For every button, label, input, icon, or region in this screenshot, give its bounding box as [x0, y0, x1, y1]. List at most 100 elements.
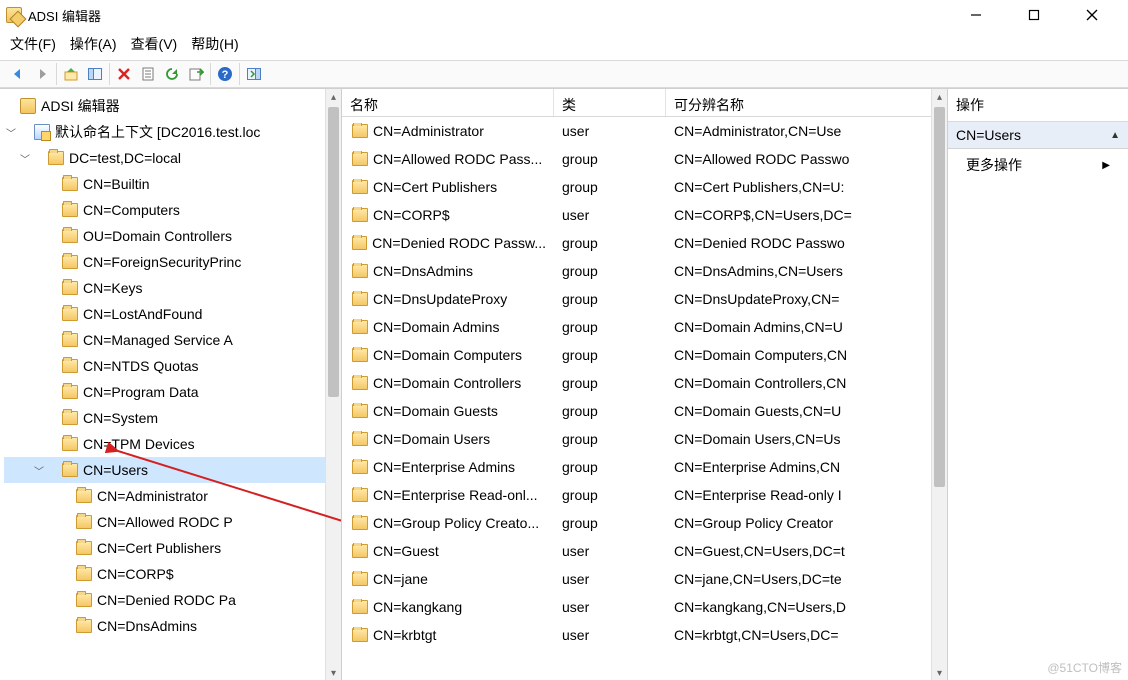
cell-dn: CN=Denied RODC Passwo [666, 235, 931, 251]
menu-action[interactable]: 操作(A) [70, 34, 117, 54]
column-header-name[interactable]: 名称 [342, 89, 554, 116]
cell-class: group [554, 235, 666, 251]
list-row[interactable]: CN=Domain GuestsgroupCN=Domain Guests,CN… [342, 397, 931, 425]
folder-icon [352, 264, 368, 278]
list-body[interactable]: CN=AdministratoruserCN=Administrator,CN=… [342, 117, 931, 649]
cell-name: CN=jane [373, 571, 428, 587]
cell-dn: CN=Group Policy Creator [666, 515, 931, 531]
minimize-button[interactable] [956, 3, 996, 27]
tree-root[interactable]: ADSI 编辑器 [4, 93, 325, 119]
tree-label: CN=CORP$ [97, 566, 174, 582]
show-actions-pane-button[interactable] [244, 64, 264, 84]
forward-button[interactable] [32, 64, 52, 84]
folder-icon [76, 515, 92, 529]
cell-class: user [554, 207, 666, 223]
title-text: ADSI 编辑器 [28, 6, 101, 25]
menu-help[interactable]: 帮助(H) [191, 34, 238, 54]
up-button[interactable] [61, 64, 81, 84]
scroll-down-icon[interactable]: ▾ [932, 665, 947, 680]
cell-class: user [554, 627, 666, 643]
list-row[interactable]: CN=CORP$userCN=CORP$,CN=Users,DC= [342, 201, 931, 229]
list-row[interactable]: CN=Denied RODC Passw... groupCN=Denied RO… [342, 229, 931, 257]
list-row[interactable]: CN=Cert PublishersgroupCN=Cert Publisher… [342, 173, 931, 201]
naming-context-icon [34, 124, 50, 140]
expand-toggle[interactable]: ﹀ [4, 125, 18, 140]
cell-name: CN=Domain Guests [373, 403, 498, 419]
tree-node[interactable]: CN=CORP$ [4, 561, 325, 587]
scroll-thumb[interactable] [934, 107, 945, 487]
scroll-down-icon[interactable]: ▾ [326, 665, 341, 680]
tree-node[interactable]: CN=DnsAdmins [4, 613, 325, 639]
expand-toggle[interactable]: ﹀ [32, 463, 46, 478]
maximize-button[interactable] [1014, 3, 1054, 27]
close-button[interactable] [1072, 3, 1112, 27]
tree-dc-node[interactable]: ﹀ DC=test,DC=local [4, 145, 325, 171]
list-row[interactable]: CN=Domain ControllersgroupCN=Domain Cont… [342, 369, 931, 397]
list-row[interactable]: CN=Enterprise AdminsgroupCN=Enterprise A… [342, 453, 931, 481]
tree-node[interactable]: CN=Keys [4, 275, 325, 301]
list-row[interactable]: CN=DnsAdminsgroupCN=DnsAdmins,CN=Users [342, 257, 931, 285]
tree-node[interactable]: CN=Allowed RODC P [4, 509, 325, 535]
tree-scrollbar[interactable]: ▴ ▾ [325, 89, 341, 680]
tree-node[interactable]: CN=Builtin [4, 171, 325, 197]
folder-icon [62, 255, 78, 269]
tree-node[interactable]: CN=Cert Publishers [4, 535, 325, 561]
expand-toggle[interactable]: ﹀ [18, 151, 32, 166]
menu-file[interactable]: 文件(F) [10, 34, 56, 54]
cell-class: user [554, 599, 666, 615]
list-row[interactable]: CN=Group Policy Creato...groupCN=Group P… [342, 509, 931, 537]
scroll-up-icon[interactable]: ▴ [326, 89, 341, 105]
list-scrollbar[interactable]: ▴ ▾ [931, 89, 947, 680]
cell-name: CN=Denied RODC Passw... [372, 235, 546, 251]
tree-node[interactable]: CN=Computers [4, 197, 325, 223]
back-button[interactable] [8, 64, 28, 84]
scroll-thumb[interactable] [328, 107, 339, 397]
refresh-button[interactable] [162, 64, 182, 84]
cell-dn: CN=Enterprise Admins,CN [666, 459, 931, 475]
tree-node[interactable]: CN=LostAndFound [4, 301, 325, 327]
list-row[interactable]: CN=Domain AdminsgroupCN=Domain Admins,CN… [342, 313, 931, 341]
tree-node[interactable]: CN=Program Data [4, 379, 325, 405]
column-header-class[interactable]: 类 [554, 89, 666, 116]
tree-label: CN=TPM Devices [83, 436, 195, 452]
tree-node[interactable]: CN=Managed Service A [4, 327, 325, 353]
tree-node[interactable]: CN=System [4, 405, 325, 431]
list-row[interactable]: CN=GuestuserCN=Guest,CN=Users,DC=t [342, 537, 931, 565]
tree-node[interactable]: CN=NTDS Quotas [4, 353, 325, 379]
show-hide-tree-button[interactable] [85, 64, 105, 84]
list-row[interactable]: CN=AdministratoruserCN=Administrator,CN=… [342, 117, 931, 145]
list-row[interactable]: CN=Enterprise Read-onl...groupCN=Enterpr… [342, 481, 931, 509]
tree-node[interactable]: CN=Denied RODC Pa [4, 587, 325, 613]
list-row[interactable]: CN=janeuserCN=jane,CN=Users,DC=te [342, 565, 931, 593]
list-row[interactable]: CN=Domain UsersgroupCN=Domain Users,CN=U… [342, 425, 931, 453]
list-row[interactable]: CN=Domain ComputersgroupCN=Domain Comput… [342, 341, 931, 369]
delete-button[interactable] [114, 64, 134, 84]
cell-class: user [554, 543, 666, 559]
help-button[interactable]: ? [215, 64, 235, 84]
actions-group-title[interactable]: CN=Users ▲ [948, 122, 1128, 149]
tree-naming-context[interactable]: ﹀ 默认命名上下文 [DC2016.test.loc [4, 119, 325, 145]
menu-view[interactable]: 查看(V) [131, 34, 178, 54]
folder-icon [352, 208, 368, 222]
list-row[interactable]: CN=DnsUpdateProxygroupCN=DnsUpdateProxy,… [342, 285, 931, 313]
actions-more[interactable]: 更多操作 ▶ [948, 149, 1128, 181]
properties-button[interactable] [138, 64, 158, 84]
tree[interactable]: ADSI 编辑器 ﹀ 默认命名上下文 [DC2016.test.loc ﹀ DC… [0, 89, 325, 643]
cell-class: group [554, 459, 666, 475]
tree-label: CN=Computers [83, 202, 180, 218]
tree-node[interactable]: CN=Administrator [4, 483, 325, 509]
tree-users-node[interactable]: ﹀ CN=Users [4, 457, 325, 483]
list-row[interactable]: CN=krbtgtuserCN=krbtgt,CN=Users,DC= [342, 621, 931, 649]
adsi-editor-icon [20, 98, 36, 114]
scroll-up-icon[interactable]: ▴ [932, 89, 947, 105]
list-row[interactable]: CN=kangkanguserCN=kangkang,CN=Users,D [342, 593, 931, 621]
tree-node[interactable]: OU=Domain Controllers [4, 223, 325, 249]
tree-label: CN=NTDS Quotas [83, 358, 199, 374]
toolbar: ? [0, 60, 1128, 88]
export-button[interactable] [186, 64, 206, 84]
column-header-dn[interactable]: 可分辨名称 [666, 89, 947, 116]
list-row[interactable]: CN=Allowed RODC Pass...groupCN=Allowed R… [342, 145, 931, 173]
cell-class: group [554, 515, 666, 531]
tree-node[interactable]: CN=ForeignSecurityPrinc [4, 249, 325, 275]
tree-node[interactable]: CN=TPM Devices [4, 431, 325, 457]
